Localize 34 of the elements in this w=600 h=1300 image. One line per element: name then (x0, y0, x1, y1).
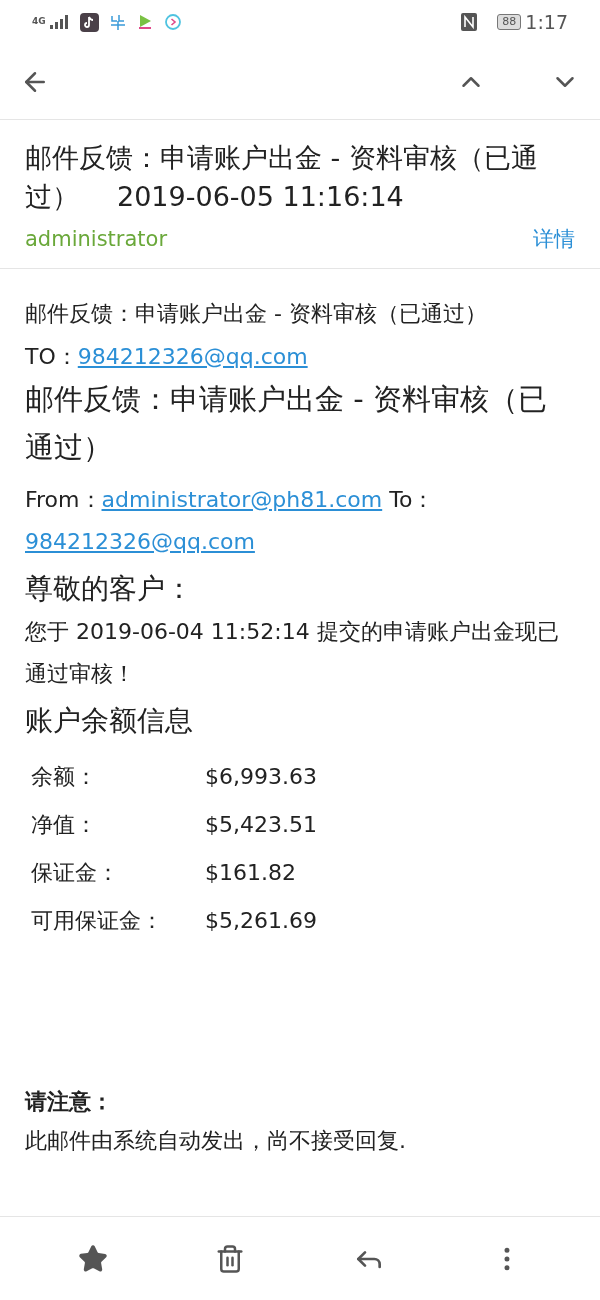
email-subject: 邮件反馈：申请账户出金 - 资料审核（已通过） 2019-06-05 11:16:14 (25, 141, 539, 214)
play-app-icon (136, 14, 153, 30)
email-link[interactable]: administrator@ph81.com (101, 486, 383, 512)
battery-indicator: 88 (497, 14, 522, 30)
app-icon (110, 14, 125, 30)
balance-label: 净值： (31, 811, 98, 839)
play-circle-icon (164, 14, 181, 30)
clock: 1:17 (525, 9, 568, 35)
network-type: 4G (32, 15, 46, 29)
sender-name: administrator (25, 226, 168, 253)
details-link[interactable]: 详情 (533, 224, 575, 256)
balance-label: 可用保证金： (31, 907, 164, 935)
balance-label: 保证金： (31, 859, 120, 887)
to-label: To： (389, 486, 435, 512)
greeting: 尊敬的客户： (25, 570, 194, 607)
from-label: From： (25, 486, 102, 512)
signal-icon (49, 15, 68, 29)
balance-heading: 账户余额信息 (25, 702, 194, 739)
to-label: TO： (25, 343, 78, 369)
email-link[interactable]: 984212326@qq.com (77, 343, 308, 369)
balance-label: 余额： (31, 763, 98, 791)
music-app-icon (79, 12, 99, 32)
notice-heading: 请注意： (25, 1087, 114, 1116)
balance-value: $5,261.69 (205, 907, 317, 935)
star-icon[interactable] (77, 1243, 108, 1274)
balance-value: $5,423.51 (205, 811, 317, 839)
email-heading: 邮件反馈：申请账户出金 - 资料审核（已通过） (25, 380, 548, 466)
body-title: 邮件反馈：申请账户出金 - 资料审核（已通过） (25, 299, 488, 328)
balance-value: $6,993.63 (205, 763, 317, 791)
nfc-icon (461, 13, 478, 31)
email-link[interactable]: 984212326@qq.com (25, 528, 255, 554)
notice-text: 此邮件由系统自动发出，尚不接受回复. (25, 1126, 407, 1155)
balance-value: $161.82 (205, 859, 296, 887)
message-text: 您于 2019-06-04 11:52:14 提交的申请账户出金现已通过审核！ (25, 617, 560, 688)
